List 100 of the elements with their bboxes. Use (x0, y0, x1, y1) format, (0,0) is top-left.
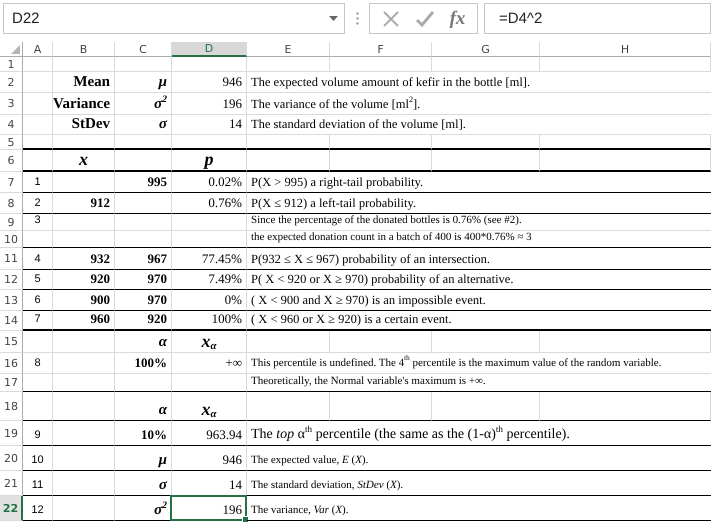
insert-function-button[interactable]: fx (450, 8, 466, 30)
row-header[interactable]: 6 (0, 150, 23, 172)
spreadsheet-cell[interactable]: 7 (23, 311, 53, 331)
spreadsheet-cell[interactable]: p (172, 150, 247, 172)
spreadsheet-cell[interactable]: 1 (23, 172, 53, 193)
empty-cell[interactable] (23, 135, 53, 150)
spreadsheet-cell[interactable]: 5 (23, 270, 53, 290)
spreadsheet-cell[interactable]: 912 (53, 193, 115, 214)
empty-cell[interactable] (53, 331, 115, 353)
row-header[interactable]: 12 (0, 270, 23, 290)
spreadsheet-cell[interactable]: Theoretically, the Normal variable's maximum is +∞. (247, 374, 711, 392)
spreadsheet-cell[interactable]: 10 (23, 446, 53, 471)
empty-cell[interactable] (330, 57, 432, 72)
spreadsheet-cell[interactable]: Variance (53, 93, 115, 115)
spreadsheet-cell[interactable]: 14 (172, 115, 247, 135)
spreadsheet-cell[interactable]: 0% (172, 290, 247, 311)
spreadsheet-cell[interactable]: P(X > 995) a right-tail probability. (247, 172, 711, 193)
empty-cell[interactable] (23, 331, 53, 353)
empty-cell[interactable] (330, 331, 432, 353)
spreadsheet-cell[interactable]: 946 (172, 446, 247, 471)
spreadsheet-cell[interactable]: x$_{α}$ (172, 331, 247, 353)
empty-cell[interactable] (115, 57, 172, 72)
empty-cell[interactable] (23, 115, 53, 135)
empty-cell[interactable] (53, 214, 115, 231)
checkmark-icon[interactable] (414, 10, 435, 28)
spreadsheet-cell[interactable]: 100% (115, 353, 172, 374)
spreadsheet-cell[interactable]: the expected donation count in a batch of 400 is 400*0.76% ≈ 3 (247, 231, 711, 248)
spreadsheet-cell[interactable]: α (115, 331, 172, 353)
empty-cell[interactable] (115, 135, 172, 150)
column-header[interactable]: H (540, 42, 711, 57)
row-header[interactable]: 13 (0, 290, 23, 311)
spreadsheet-cell[interactable]: 970 (115, 270, 172, 290)
formula-input[interactable]: =D4^2 (484, 3, 711, 34)
spreadsheet-cell[interactable]: 4 (23, 248, 53, 270)
spreadsheet-cell[interactable]: x (53, 150, 115, 172)
empty-cell[interactable] (172, 135, 247, 150)
column-header[interactable]: F (330, 42, 432, 57)
spreadsheet-cell[interactable]: P(932 ≤ X ≤ 967) probability of an intersection. (247, 248, 711, 270)
spreadsheet-cell[interactable]: 11 (23, 471, 53, 496)
spreadsheet-cell[interactable]: 0.02% (172, 172, 247, 193)
row-header[interactable]: 18 (0, 392, 23, 421)
dropdown-caret-icon[interactable] (329, 16, 338, 21)
empty-cell[interactable] (23, 392, 53, 421)
spreadsheet-cell[interactable]: α (115, 392, 172, 421)
spreadsheet-cell[interactable]: 14 (172, 471, 247, 496)
spreadsheet-cell[interactable]: σ$^{2}$ (115, 93, 172, 115)
empty-cell[interactable] (330, 392, 432, 421)
spreadsheet-cell[interactable]: The standard deviation, StDev (X). (247, 471, 711, 496)
empty-cell[interactable] (23, 150, 53, 172)
spreadsheet-cell[interactable]: Mean (53, 72, 115, 93)
empty-cell[interactable] (540, 135, 711, 150)
empty-cell[interactable] (23, 57, 53, 72)
empty-cell[interactable] (247, 392, 330, 421)
empty-cell[interactable] (432, 331, 540, 353)
empty-cell[interactable] (115, 150, 172, 172)
spreadsheet-cell[interactable]: The variance of the volume [ml$^{2}$]. (247, 93, 711, 115)
empty-cell[interactable] (172, 57, 247, 72)
column-header[interactable]: C (115, 42, 172, 57)
empty-cell[interactable] (247, 135, 330, 150)
spreadsheet-cell[interactable]: 920 (53, 270, 115, 290)
empty-cell[interactable] (540, 392, 711, 421)
spreadsheet-cell[interactable]: 12 (23, 496, 53, 521)
spreadsheet-cell[interactable]: 946 (172, 72, 247, 93)
empty-cell[interactable] (432, 392, 540, 421)
empty-cell[interactable] (115, 193, 172, 214)
empty-cell[interactable] (23, 93, 53, 115)
spreadsheet-cell[interactable]: 995 (115, 172, 172, 193)
empty-cell[interactable] (432, 57, 540, 72)
spreadsheet-cell[interactable]: 3 (23, 214, 53, 231)
column-header[interactable]: A (23, 42, 53, 57)
empty-cell[interactable] (330, 150, 432, 172)
row-header[interactable]: 3 (0, 93, 23, 115)
empty-cell[interactable] (115, 374, 172, 392)
empty-cell[interactable] (53, 172, 115, 193)
column-header[interactable]: G (432, 42, 540, 57)
spreadsheet-cell[interactable]: σ (115, 115, 172, 135)
spreadsheet-cell[interactable]: 100% (172, 311, 247, 331)
spreadsheet-cell[interactable]: 967 (115, 248, 172, 270)
empty-cell[interactable] (115, 214, 172, 231)
spreadsheet-cell[interactable]: This percentile is undefined. The 4$^{th}$ percentile is the maximum value of the random variable. (247, 353, 711, 374)
spreadsheet-cell[interactable]: +∞ (172, 353, 247, 374)
empty-cell[interactable] (172, 214, 247, 231)
spreadsheet-cell[interactable]: 10% (115, 421, 172, 446)
empty-cell[interactable] (53, 353, 115, 374)
row-header[interactable]: 9 (0, 214, 23, 231)
spreadsheet-cell[interactable]: ( X < 900 and X ≥ 970) is an impossible event. (247, 290, 711, 311)
spreadsheet-cell[interactable]: 963.94 (172, 421, 247, 446)
spreadsheet-cell[interactable]: 7.49% (172, 270, 247, 290)
empty-cell[interactable] (540, 57, 711, 72)
empty-cell[interactable] (247, 150, 330, 172)
column-header[interactable]: D (172, 42, 247, 57)
spreadsheet-cell[interactable]: 8 (23, 353, 53, 374)
empty-cell[interactable] (53, 231, 115, 248)
empty-cell[interactable] (115, 231, 172, 248)
spreadsheet-cell[interactable]: σ$^{2}$ (115, 496, 172, 521)
row-header[interactable]: 10 (0, 231, 23, 248)
column-header[interactable]: B (53, 42, 115, 57)
spreadsheet-cell[interactable]: StDev (53, 115, 115, 135)
spreadsheet-cell[interactable]: μ (115, 446, 172, 471)
row-header[interactable]: 22 (0, 496, 23, 521)
